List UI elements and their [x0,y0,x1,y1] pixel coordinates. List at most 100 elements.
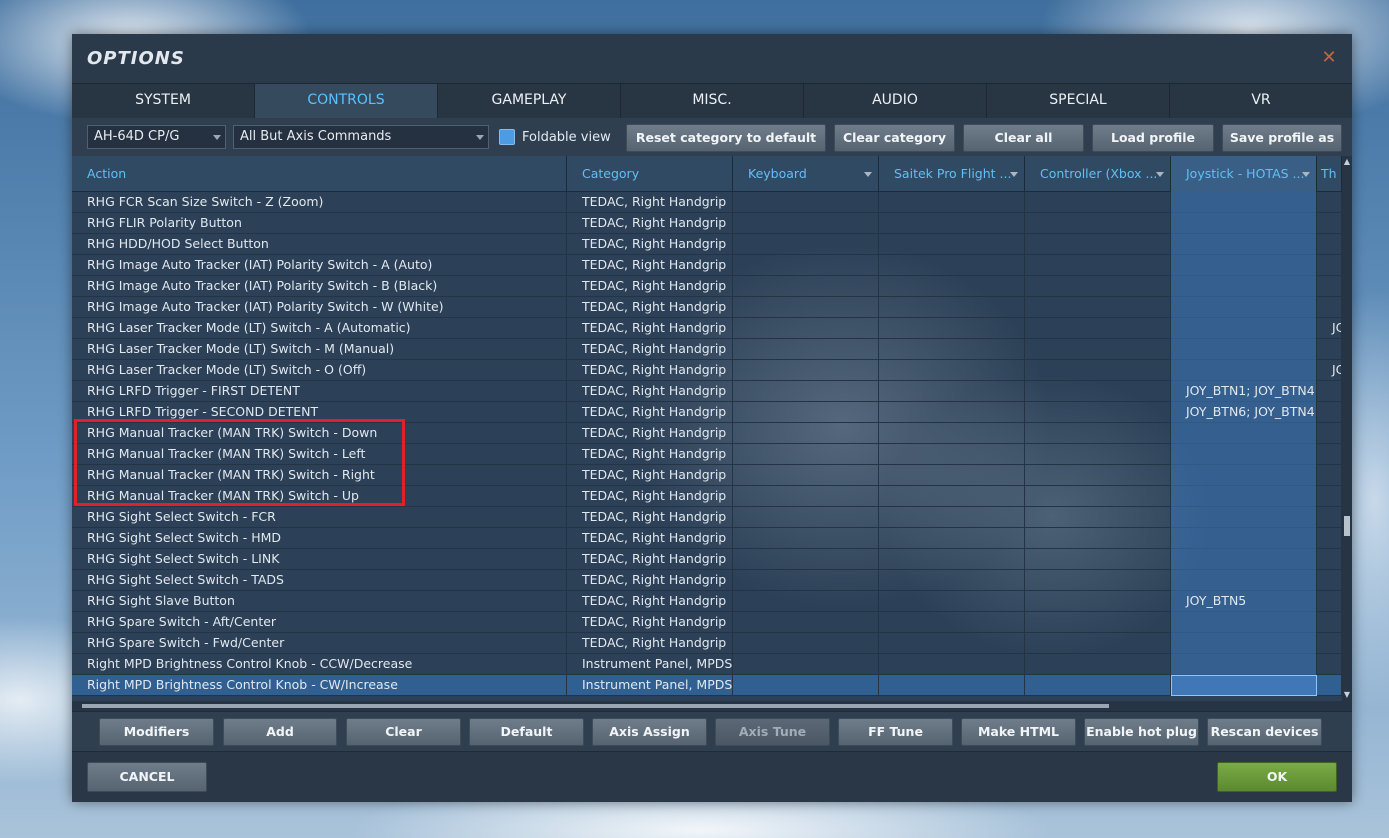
enable-hot-plug-button[interactable]: Enable hot plug [1084,718,1199,746]
default-button[interactable]: Default [469,718,584,746]
controller-binding-cell[interactable] [1025,276,1171,297]
table-row[interactable]: RHG Image Auto Tracker (IAT) Polarity Sw… [72,297,1342,318]
clear-button[interactable]: Clear [346,718,461,746]
extra-binding-cell[interactable] [1317,507,1342,528]
controller-binding-cell[interactable] [1025,591,1171,612]
foldable-view-checkbox[interactable] [499,129,515,145]
keyboard-binding-cell[interactable] [733,465,879,486]
extra-binding-cell[interactable] [1317,675,1342,696]
saitek-binding-cell[interactable] [879,297,1025,318]
joystick-binding-cell[interactable] [1171,213,1317,234]
joystick-binding-cell[interactable] [1171,654,1317,675]
table-row[interactable]: RHG HDD/HOD Select Button TEDAC, Right Ha… [72,234,1342,255]
controller-binding-cell[interactable] [1025,339,1171,360]
column-header-saitek[interactable]: Saitek Pro Flight ... [879,156,1025,192]
scroll-up-icon[interactable]: ▲ [1343,158,1351,166]
saitek-binding-cell[interactable] [879,381,1025,402]
tab-system[interactable]: SYSTEM [72,84,255,118]
joystick-binding-cell[interactable]: JOY_BTN5 [1171,591,1317,612]
extra-binding-cell[interactable] [1317,213,1342,234]
keyboard-binding-cell[interactable] [733,570,879,591]
tab-misc[interactable]: MISC. [621,84,804,118]
keyboard-binding-cell[interactable] [733,633,879,654]
tab-vr[interactable]: VR [1170,84,1352,118]
joystick-binding-cell[interactable] [1171,633,1317,654]
keyboard-binding-cell[interactable] [733,675,879,696]
extra-binding-cell[interactable] [1317,570,1342,591]
cancel-button[interactable]: CANCEL [87,762,207,792]
joystick-binding-cell[interactable] [1171,570,1317,591]
extra-binding-cell[interactable] [1317,612,1342,633]
controller-binding-cell[interactable] [1025,528,1171,549]
table-row[interactable]: RHG Laser Tracker Mode (LT) Switch - A (… [72,318,1342,339]
axis-tune-button[interactable]: Axis Tune [715,718,830,746]
column-header-joystick[interactable]: Joystick - HOTAS ... [1171,156,1317,192]
keyboard-binding-cell[interactable] [733,213,879,234]
joystick-binding-cell[interactable] [1171,297,1317,318]
ff-tune-button[interactable]: FF Tune [838,718,953,746]
aircraft-select[interactable]: AH-64D CP/G [87,125,226,149]
horizontal-scrollbar[interactable] [72,701,1342,711]
saitek-binding-cell[interactable] [879,444,1025,465]
table-row[interactable]: Right MPD Brightness Control Knob - CW/I… [72,675,1342,696]
joystick-binding-cell[interactable] [1171,528,1317,549]
close-icon[interactable]: ✕ [1318,47,1340,69]
vertical-scroll-thumb[interactable] [1344,516,1350,536]
joystick-binding-cell[interactable]: JOY_BTN6; JOY_BTN4 + [1171,402,1317,423]
saitek-binding-cell[interactable] [879,675,1025,696]
extra-binding-cell[interactable] [1317,402,1342,423]
keyboard-binding-cell[interactable] [733,381,879,402]
joystick-binding-cell[interactable] [1171,612,1317,633]
column-header-keyboard[interactable]: Keyboard [733,156,879,192]
controller-binding-cell[interactable] [1025,612,1171,633]
table-row[interactable]: RHG Spare Switch - Fwd/Center TEDAC, Righ… [72,633,1342,654]
extra-binding-cell[interactable] [1317,339,1342,360]
controller-binding-cell[interactable] [1025,255,1171,276]
saitek-binding-cell[interactable] [879,339,1025,360]
extra-binding-cell[interactable] [1317,465,1342,486]
column-header-extra[interactable]: Th [1317,156,1342,192]
extra-binding-cell[interactable] [1317,255,1342,276]
saitek-binding-cell[interactable] [879,234,1025,255]
horizontal-scroll-thumb[interactable] [82,704,1109,708]
scroll-down-icon[interactable]: ▼ [1343,691,1351,699]
extra-binding-cell[interactable] [1317,192,1342,213]
keyboard-binding-cell[interactable] [733,318,879,339]
joystick-binding-cell[interactable] [1171,486,1317,507]
saitek-binding-cell[interactable] [879,318,1025,339]
column-header-action[interactable]: Action [72,156,567,192]
controller-binding-cell[interactable] [1025,402,1171,423]
keyboard-binding-cell[interactable] [733,276,879,297]
reset-category-button[interactable]: Reset category to default [626,124,826,152]
extra-binding-cell[interactable] [1317,297,1342,318]
table-row[interactable]: RHG Image Auto Tracker (IAT) Polarity Sw… [72,255,1342,276]
saitek-binding-cell[interactable] [879,465,1025,486]
controller-binding-cell[interactable] [1025,507,1171,528]
keyboard-binding-cell[interactable] [733,255,879,276]
joystick-binding-cell[interactable] [1171,192,1317,213]
table-row[interactable]: RHG Sight Select Switch - FCR TEDAC, Righ… [72,507,1342,528]
saitek-binding-cell[interactable] [879,528,1025,549]
joystick-binding-cell[interactable] [1171,318,1317,339]
extra-binding-cell[interactable]: JC [1317,360,1342,381]
joystick-binding-cell[interactable] [1171,507,1317,528]
controller-binding-cell[interactable] [1025,465,1171,486]
joystick-binding-cell[interactable] [1171,675,1317,696]
table-row[interactable]: RHG Sight Select Switch - LINK TEDAC, Rig… [72,549,1342,570]
tab-special[interactable]: SPECIAL [987,84,1170,118]
controller-binding-cell[interactable] [1025,570,1171,591]
joystick-binding-cell[interactable] [1171,339,1317,360]
saitek-binding-cell[interactable] [879,633,1025,654]
joystick-binding-cell[interactable] [1171,465,1317,486]
saitek-binding-cell[interactable] [879,402,1025,423]
table-row[interactable]: RHG Spare Switch - Aft/Center TEDAC, Righ… [72,612,1342,633]
chevron-down-icon[interactable] [1302,172,1310,177]
extra-binding-cell[interactable] [1317,276,1342,297]
controller-binding-cell[interactable] [1025,675,1171,696]
controller-binding-cell[interactable] [1025,297,1171,318]
saitek-binding-cell[interactable] [879,549,1025,570]
controller-binding-cell[interactable] [1025,192,1171,213]
joystick-binding-cell[interactable] [1171,276,1317,297]
extra-binding-cell[interactable] [1317,486,1342,507]
keyboard-binding-cell[interactable] [733,234,879,255]
